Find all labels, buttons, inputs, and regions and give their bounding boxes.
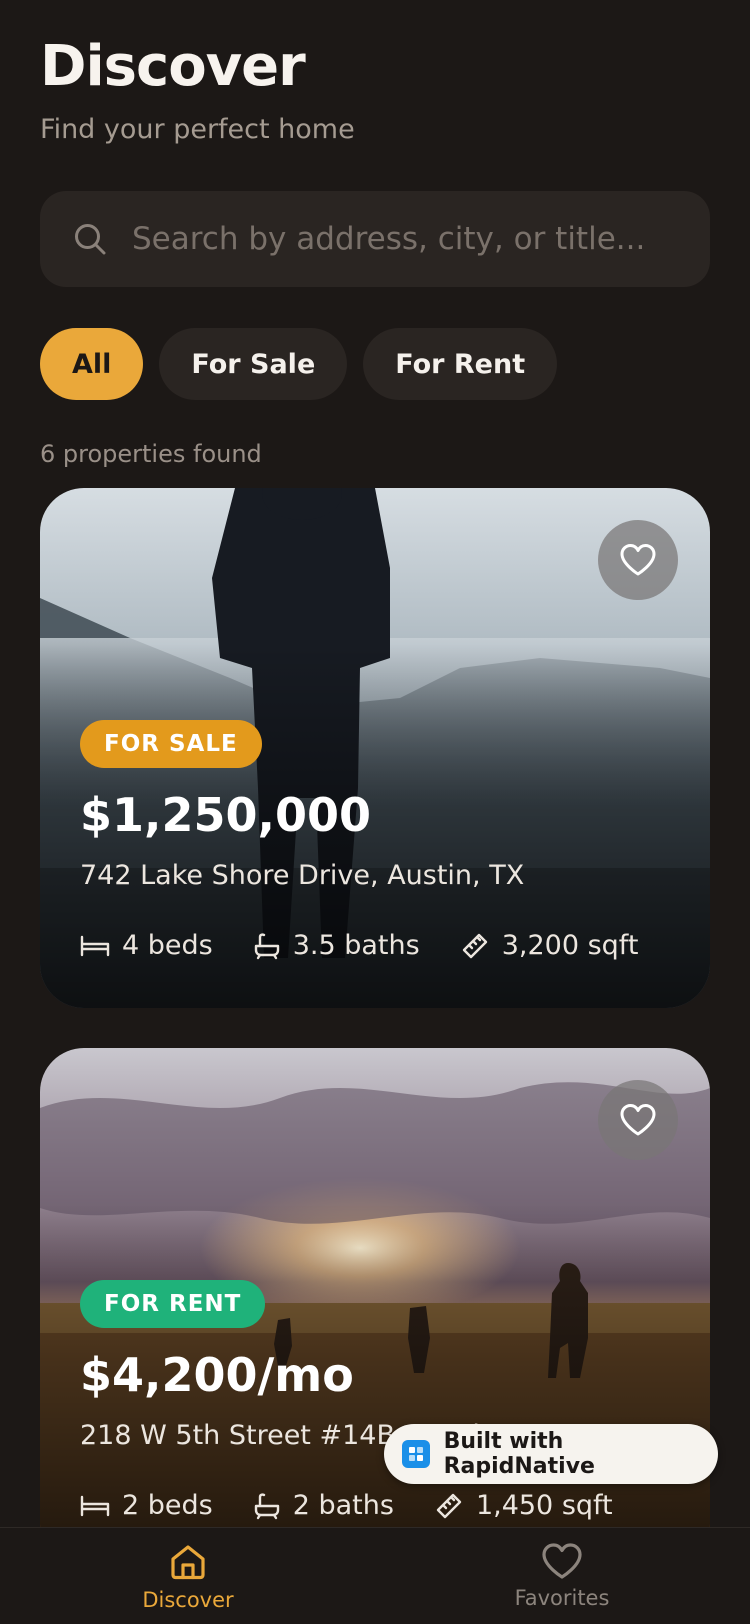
filter-chip-for-rent[interactable]: For Rent [363,328,558,400]
built-with-badge[interactable]: Built with RapidNative [384,1424,718,1484]
area-label: 3,200 sqft [501,930,639,961]
bed-icon [80,935,110,956]
search-input[interactable] [132,209,710,269]
filter-chips: All For Sale For Rent [40,328,558,400]
page-subtitle: Find your perfect home [40,114,355,145]
baths-stat: 2 baths [253,1490,394,1521]
search-bar[interactable] [40,191,710,287]
tab-discover-label: Discover [142,1588,234,1612]
baths-stat: 3.5 baths [253,930,420,961]
built-with-label: Built with RapidNative [443,1429,595,1479]
area-label: 1,450 sqft [475,1490,613,1521]
favorite-button[interactable] [598,1080,678,1160]
ruler-icon [462,933,487,958]
property-price: $4,200/mo [80,1348,354,1402]
tab-favorites-label: Favorites [514,1586,610,1610]
baths-label: 2 baths [292,1490,394,1521]
search-icon [72,221,108,257]
heart-icon [620,1104,656,1136]
status-badge: FOR RENT [80,1280,266,1328]
beds-label: 2 beds [122,1490,213,1521]
bottom-tab-bar: Discover Favorites [0,1527,750,1624]
heart-icon [620,544,656,576]
status-badge: FOR SALE [80,720,262,768]
property-card[interactable]: FOR RENT $4,200/mo 218 W 5th Street #14B… [40,1048,710,1568]
property-stats: 2 beds 2 baths 1,450 sqft [80,1490,653,1521]
discover-screen: Discover Find your perfect home All For … [0,0,750,1624]
home-icon [171,1545,205,1580]
page-title: Discover [40,34,306,99]
heart-icon [542,1543,582,1579]
favorite-button[interactable] [598,520,678,600]
beds-stat: 2 beds [80,1490,213,1521]
results-count: 6 properties found [40,440,262,468]
bed-icon [80,1495,110,1516]
filter-chip-all[interactable]: All [40,328,144,400]
ruler-icon [436,1493,462,1518]
filter-chip-for-sale[interactable]: For Sale [159,328,348,400]
property-price: $1,250,000 [80,788,372,842]
property-address: 742 Lake Shore Drive, Austin, TX [80,860,525,891]
tab-favorites[interactable]: Favorites [462,1528,662,1610]
property-stats: 4 beds 3.5 baths 3,200 sqft [80,930,678,961]
tab-discover[interactable]: Discover [88,1528,288,1612]
rapidnative-logo-icon [402,1440,430,1468]
bath-icon [254,932,279,959]
baths-label: 3.5 baths [292,930,420,961]
beds-label: 4 beds [122,930,213,961]
bath-icon [254,1492,279,1519]
area-stat: 1,450 sqft [434,1490,613,1521]
beds-stat: 4 beds [80,930,213,961]
area-stat: 3,200 sqft [460,930,639,961]
property-card[interactable]: FOR SALE $1,250,000 742 Lake Shore Drive… [40,488,710,1008]
